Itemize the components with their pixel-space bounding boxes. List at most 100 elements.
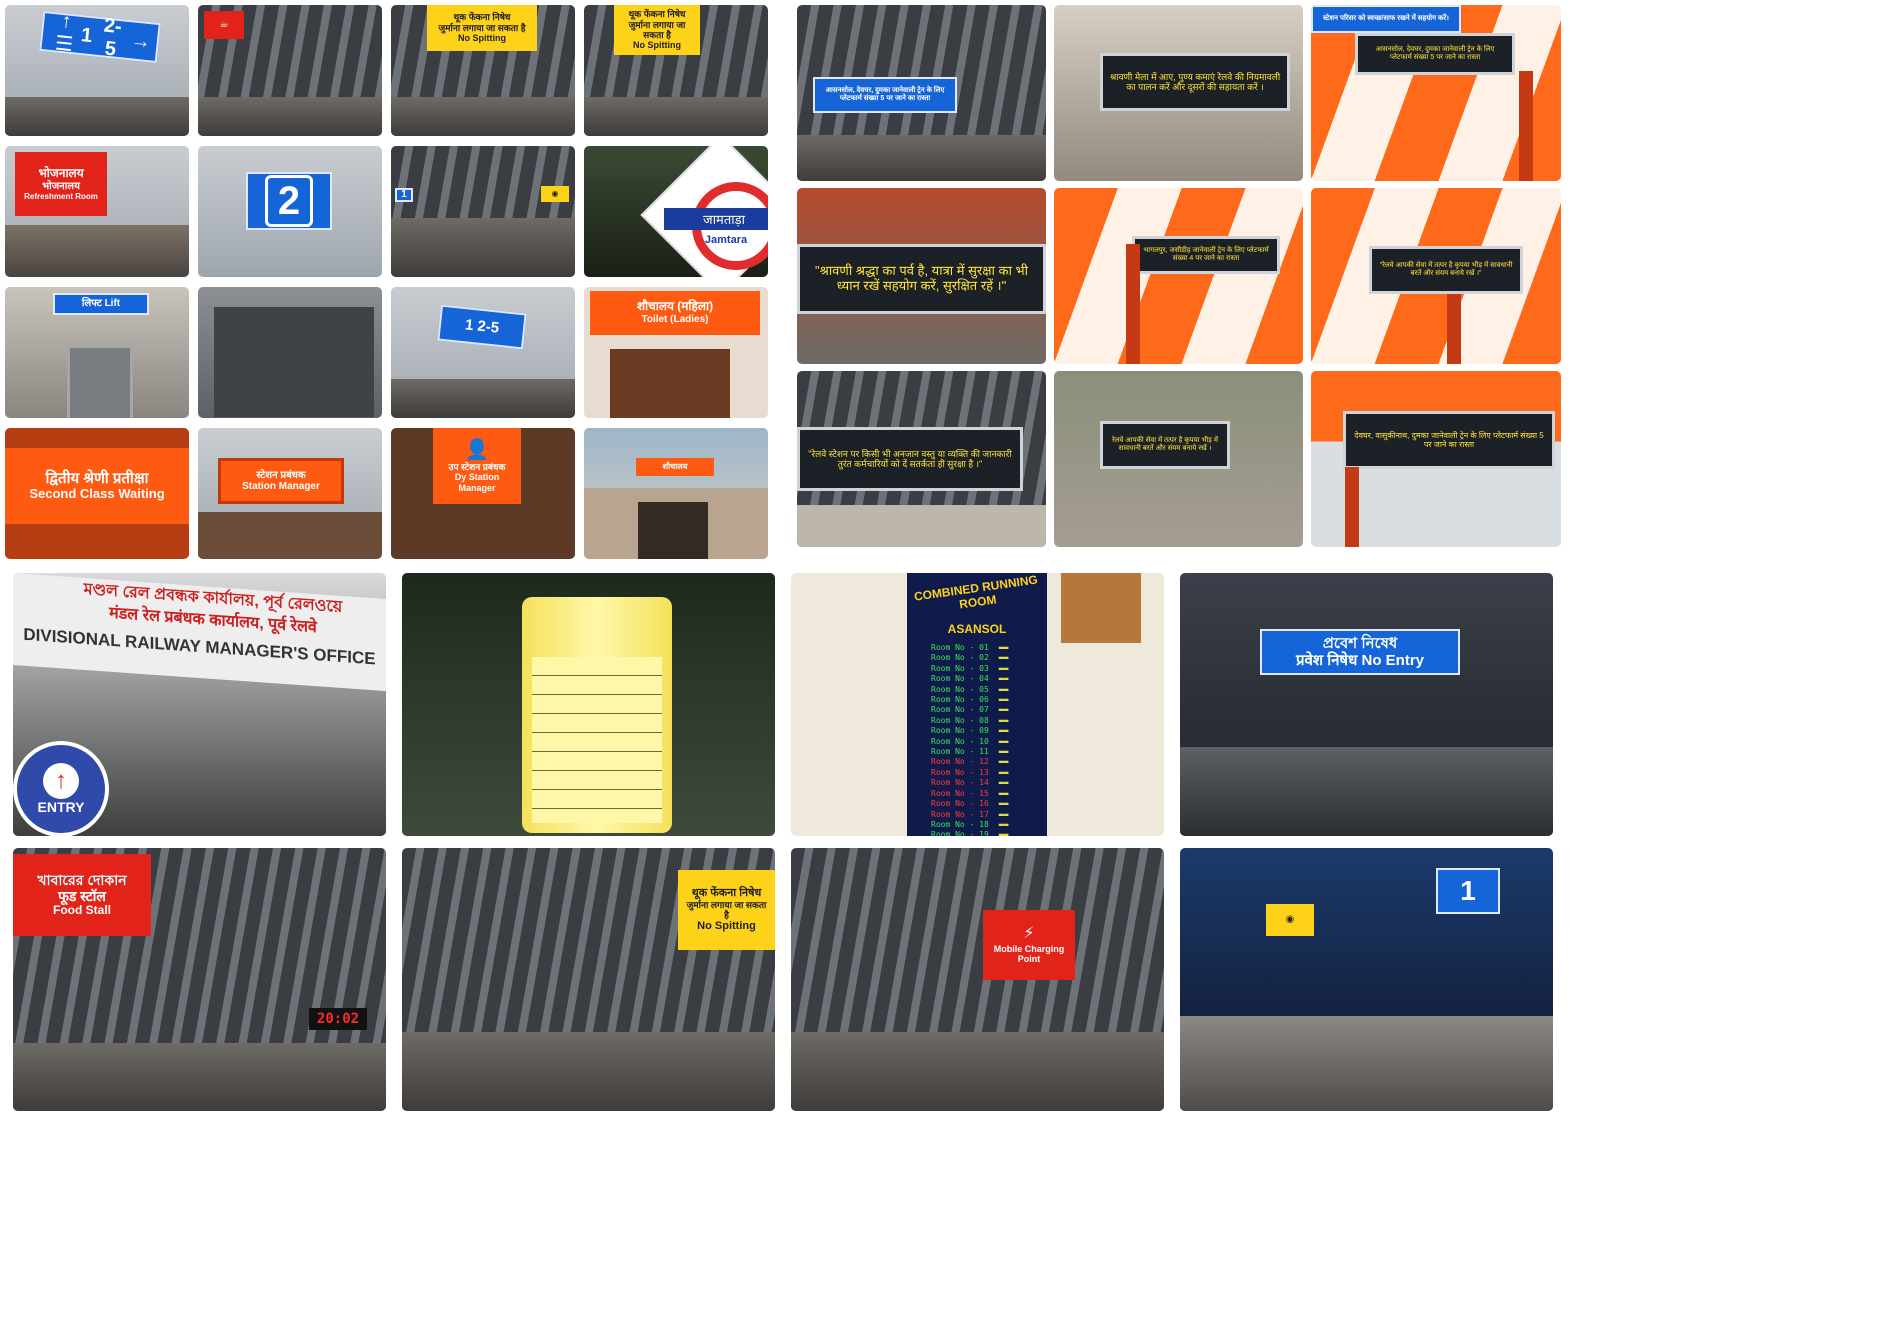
- room-status-indicator: ▬▬: [998, 778, 1009, 788]
- station-manager-sign: स्टेशन प्रबंधक Station Manager: [218, 458, 344, 504]
- room-label: Room No - 18: [931, 819, 989, 829]
- platform-direction-sign: ↑ ☰ 1 2-5 →: [39, 10, 161, 64]
- safety-crowd-board: रेलवे आपकी सेवा में तत्पर है कृपया भीड़ …: [1100, 421, 1230, 469]
- room-status-indicator: ▬▬: [998, 705, 1009, 715]
- photo-toilet-ladies: शौचालय (महिला) Toilet (Ladies): [584, 287, 768, 418]
- no-spitting-sign: थूक फेंकना निषेध जुर्माना लगाया जा सकता …: [614, 5, 700, 55]
- photo-safety-crowd-2: रेलवे आपकी सेवा में तत्पर है कृपया भीड़ …: [1054, 371, 1303, 547]
- room-status-indicator: ▬▬: [998, 830, 1009, 836]
- plug-icon: ⚡: [1023, 925, 1035, 943]
- room-status-indicator: ▬▬: [998, 643, 1009, 652]
- food-stall-sign: খাবারের দোকান फूड स्टॉल Food Stall: [13, 854, 151, 936]
- photo-directory-totem: [402, 573, 775, 836]
- room-row: Room No - 16 ▬▬: [931, 799, 1061, 809]
- platform-number-1: 1: [80, 23, 94, 47]
- safety-crowd-board: "रेलवे आपकी सेवा में तत्पर है कृपया भीड़…: [1369, 246, 1523, 294]
- shravani-mela-board: श्रावणी मेला में आए, पुण्य कमाएं रेलवे क…: [1100, 53, 1290, 111]
- room-label: Room No - 08: [931, 715, 989, 725]
- lift-sign: लिफ्ट Lift: [53, 293, 149, 315]
- photo-drm-office: মণ্ডল রেল প্রবন্ধক কার্যালয়, পূর্ব রেলও…: [13, 573, 386, 836]
- platform-clock: 20:02: [309, 1008, 367, 1030]
- room-status-indicator: ▬▬: [998, 726, 1009, 736]
- toilet-ladies-sign: शौचालय (महिला) Toilet (Ladies): [590, 291, 760, 335]
- photo-platform-direction: ↑ ☰ 1 2-5 →: [5, 5, 189, 136]
- toilet-door: [610, 349, 730, 418]
- directory-totem: [522, 597, 672, 833]
- photo-no-spitting-2: थूक फेंकना निषेध जुर्माना लगाया जा सकता …: [584, 5, 768, 136]
- shravani-shraddha-board: "श्रावणी श्रद्धा का पर्व है, यात्रा में …: [797, 244, 1046, 314]
- no-entry-sign: প্রবেশ নিষেধ प्रवेश निषेध No Entry: [1260, 629, 1460, 675]
- room-status-indicator: ▬▬: [998, 799, 1009, 809]
- photo-lift: लिफ्ट Lift: [5, 287, 189, 418]
- bhagalpur-route-board: भागलपुर, जसीडीह जानेवाली ट्रेन के लिए प्…: [1132, 236, 1280, 274]
- platform-2-sign: 2: [246, 172, 332, 230]
- room-row: Room No - 12 ▬▬: [931, 757, 1061, 767]
- cleanliness-banner: स्टेशन परिसर को स्वच्छ/साफ रखने में सहयो…: [1311, 5, 1461, 33]
- room-label: Room No - 09: [931, 726, 989, 736]
- photo-mobile-charging: ⚡ Mobile Charging Point: [791, 848, 1164, 1111]
- photo-safety-crowd: "रेलवे आपकी सेवा में तत्पर है कृपया भीड़…: [1311, 188, 1561, 364]
- room-row: Room No - 01 ▬▬: [931, 643, 1061, 653]
- room-row: Room No - 15 ▬▬: [931, 789, 1061, 799]
- photo-bhagalpur-route: भागलपुर, जसीडीह जानेवाली ट्रेन के लिए प्…: [1054, 188, 1303, 364]
- photo-concourse-no-spitting: थूक फेंकना निषेध जुर्माना लगाया जा सकता …: [402, 848, 775, 1111]
- room-status-indicator: ▬▬: [998, 809, 1009, 819]
- photo-running-room: COMBINED RUNNING ROOM ASANSOL Room No - …: [791, 573, 1164, 836]
- route-board-sign: देवघर, वासुकीनाथ, दुमका जानेवाली ट्रेन क…: [1343, 411, 1555, 469]
- platform-1-sign: 1: [1436, 868, 1500, 914]
- room-row: Room No - 18 ▬▬: [931, 820, 1061, 830]
- platform-number-2-5: 2-5: [102, 14, 123, 61]
- room-row: Room No - 11 ▬▬: [931, 747, 1061, 757]
- photo-route-board: आसनसोल, देवघर, दुमका जानेवाली ट्रेन के ल…: [797, 5, 1046, 181]
- room-row: Room No - 05 ▬▬: [931, 685, 1061, 695]
- photo-station-manager: स्टेशन प्रबंधक Station Manager: [198, 428, 382, 559]
- room-status-indicator: ▬▬: [998, 767, 1009, 777]
- room-label: Room No - 11: [931, 747, 989, 757]
- photo-platform-2: 2: [198, 146, 382, 277]
- room-row: Room No - 08 ▬▬: [931, 716, 1061, 726]
- room-status-indicator: ▬▬: [998, 715, 1009, 725]
- room-row: Room No - 19 ▬▬: [931, 830, 1061, 836]
- photo-platform-direction-2: 1 2-5: [391, 287, 575, 418]
- room-row: Room No - 10 ▬▬: [931, 737, 1061, 747]
- photo-roof-signs: ☕: [198, 5, 382, 136]
- room-label: Room No - 17: [931, 809, 989, 819]
- room-label: Room No - 15: [931, 788, 989, 798]
- photo-platform-1-night: 1 ◉: [1180, 848, 1553, 1111]
- room-label: Room No - 02: [931, 653, 989, 663]
- room-status-indicator: ▬▬: [998, 653, 1009, 663]
- room-row: Room No - 04 ▬▬: [931, 674, 1061, 684]
- station-name-hindi: जामताड़ा: [664, 208, 768, 230]
- arrow-up-icon: ↑: [43, 763, 79, 799]
- small-sign: ☕: [204, 11, 244, 39]
- room-label: Room No - 03: [931, 663, 989, 673]
- room-status-indicator: ▬▬: [998, 819, 1009, 829]
- photo-food-stall: খাবারের দোকান फूड स्टॉल Food Stall 20:02: [13, 848, 386, 1111]
- top-left-photo-grid: ↑ ☰ 1 2-5 → ☕ थूक फेंकना निषेध जुर्माना ल…: [5, 5, 768, 559]
- room-row: Room No - 09 ▬▬: [931, 726, 1061, 736]
- unknown-object-board: "रेलवे स्टेशन पर किसी भी अनजान वस्तु या …: [797, 427, 1023, 491]
- room-status-indicator: ▬▬: [998, 788, 1009, 798]
- room-label: Room No - 10: [931, 736, 989, 746]
- photo-refreshment-room: भोजनालय भोजनालय Refreshment Room: [5, 146, 189, 277]
- entry-sign: ↑ ENTRY: [13, 741, 109, 836]
- second-class-waiting-sign: द्वितीय श्रेणी प्रतीक्षा Second Class Wa…: [5, 448, 189, 524]
- toilet-sign-small: शौचालय: [636, 458, 714, 476]
- no-spitting-sign: थूक फेंकना निषेध जुर्माना लगाया जा सकता …: [427, 5, 537, 51]
- room-label: Room No - 16: [931, 799, 989, 809]
- room-row: Room No - 07 ▬▬: [931, 705, 1061, 715]
- room-status-indicator: ▬▬: [998, 747, 1009, 757]
- photo-shravani-shraddha: "श्रावणी श्रद्धा का पर्व है, यात्रा में …: [797, 188, 1046, 364]
- room-status-list: Room No - 01 ▬▬ Room No - 02 ▬▬ Room No - 03…: [931, 643, 1061, 836]
- mobile-charging-sign: ⚡ Mobile Charging Point: [983, 910, 1075, 980]
- room-label: Room No - 05: [931, 684, 989, 694]
- no-spitting-sign: थूक फेंकना निषेध जुर्माना लगाया जा सकता …: [678, 870, 775, 950]
- wall-portrait: [1061, 573, 1141, 643]
- room-row: Room No - 06 ▬▬: [931, 695, 1061, 705]
- room-label: Room No - 12: [931, 757, 989, 767]
- room-status-indicator: ▬▬: [998, 663, 1009, 673]
- photo-platform-view: 1 ◉: [391, 146, 575, 277]
- photo-pillar-wall: [198, 287, 382, 418]
- top-right-photo-grid: आसनसोल, देवघर, दुमका जानेवाली ट्रेन के ल…: [797, 5, 1561, 547]
- room-status-indicator: ▬▬: [998, 674, 1009, 684]
